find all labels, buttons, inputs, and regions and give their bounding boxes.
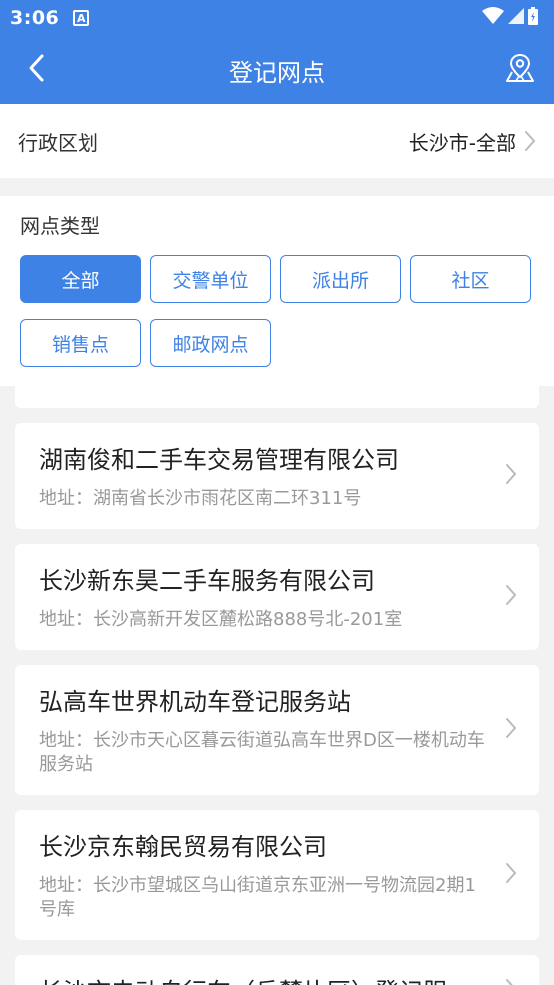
outlet-name: 长沙新东昊二手车服务有限公司: [39, 567, 375, 595]
list-item-partial[interactable]: [15, 384, 539, 408]
outlet-name: 湖南俊和二手车交易管理有限公司: [39, 446, 399, 474]
outlet-address: 地址：长沙市望城区乌山街道京东亚洲一号物流园2期1号库: [39, 875, 476, 920]
district-row[interactable]: 行政区划 长沙市-全部: [0, 104, 554, 178]
chip-sales-point[interactable]: 销售点: [20, 319, 141, 367]
signal-icon: [508, 7, 524, 29]
type-filter-section: 网点类型 全部 交警单位 派出所 社区 销售点 邮政网点: [0, 196, 554, 386]
notification-a-icon: A: [73, 10, 90, 26]
outlet-name: 弘高车世界机动车登记服务站: [39, 688, 351, 716]
page-title: 登记网点: [229, 58, 325, 87]
back-button[interactable]: [18, 52, 54, 88]
chip-police-station[interactable]: 派出所: [280, 255, 401, 303]
chip-post-office[interactable]: 邮政网点: [150, 319, 271, 367]
list-item[interactable]: 湖南俊和二手车交易管理有限公司 地址：湖南省长沙市雨花区南二环311号: [15, 423, 539, 529]
list-item[interactable]: 长沙京东翰民贸易有限公司 地址：长沙市望城区乌山街道京东亚洲一号物流园2期1号库: [15, 810, 539, 940]
status-time: 3:06: [10, 7, 60, 29]
chevron-left-icon: [27, 53, 45, 87]
list-item[interactable]: 长沙新东昊二手车服务有限公司 地址：长沙高新开发区麓松路888号北-201室: [15, 544, 539, 650]
chevron-right-icon: [524, 130, 536, 152]
battery-icon: [528, 6, 538, 30]
type-filter-label: 网点类型: [20, 214, 100, 238]
outlet-address: 地址：湖南省长沙市雨花区南二环311号: [39, 488, 362, 509]
district-label: 行政区划: [18, 130, 98, 155]
list-item[interactable]: 长沙市电动自行车（岳麓片区）登记服务站: [15, 955, 539, 985]
chip-traffic-police[interactable]: 交警单位: [150, 255, 271, 303]
nav-header: 登记网点: [0, 36, 554, 104]
map-button[interactable]: [500, 50, 540, 90]
status-bar: 3:06 A: [0, 0, 554, 36]
chip-community[interactable]: 社区: [410, 255, 531, 303]
outlet-address: 地址：长沙市天心区暮云街道弘高车世界D区一楼机动车服务站: [39, 730, 485, 775]
outlet-address: 地址：长沙高新开发区麓松路888号北-201室: [39, 609, 403, 630]
chip-all[interactable]: 全部: [20, 255, 141, 303]
chevron-right-icon: [505, 463, 517, 489]
chevron-right-icon: [505, 862, 517, 888]
list-item[interactable]: 弘高车世界机动车登记服务站 地址：长沙市天心区暮云街道弘高车世界D区一楼机动车服…: [15, 665, 539, 795]
chevron-right-icon: [505, 584, 517, 610]
district-value: 长沙市-全部: [408, 130, 516, 155]
outlet-name: 长沙市电动自行车（岳麓片区）登记服务站: [39, 975, 489, 985]
chevron-right-icon: [505, 717, 517, 743]
outlet-list: 湖南俊和二手车交易管理有限公司 地址：湖南省长沙市雨花区南二环311号 长沙新东…: [0, 384, 554, 985]
app-root: 3:06 A 登记网点 行政区划 长沙市-全部 网点类型 全部 交警单位 派出所…: [0, 0, 554, 985]
top-bar: 3:06 A 登记网点: [0, 0, 554, 104]
map-pin-icon: [504, 52, 536, 88]
wifi-icon: [482, 6, 504, 30]
outlet-name: 长沙京东翰民贸易有限公司: [39, 833, 327, 861]
chevron-right-icon: [505, 978, 517, 985]
type-chips: 全部 交警单位 派出所 社区 销售点 邮政网点: [20, 255, 536, 367]
status-icons: [482, 6, 538, 30]
